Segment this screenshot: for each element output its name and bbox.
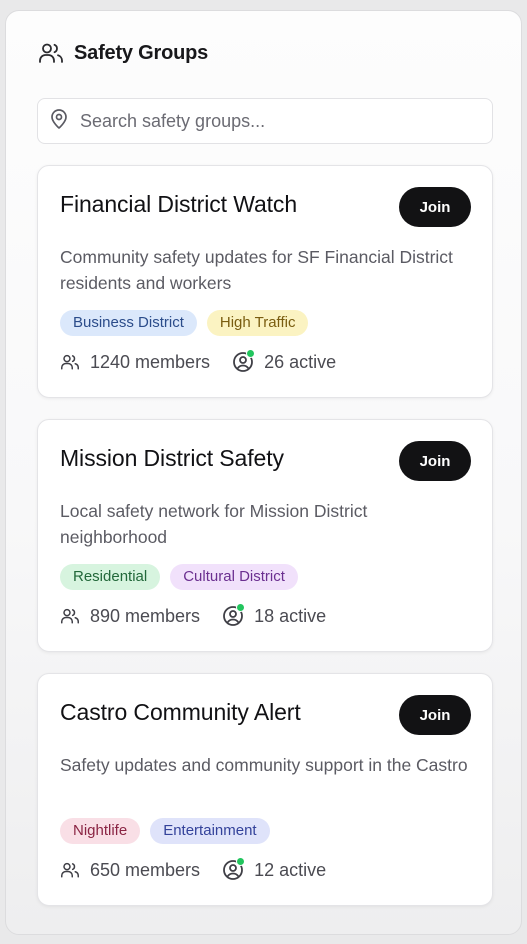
group-name: Castro Community Alert bbox=[60, 699, 301, 725]
active-user-icon bbox=[222, 857, 246, 881]
tag-high-traffic: High Traffic bbox=[206, 310, 309, 336]
group-description: Safety updates and community support in … bbox=[60, 755, 468, 775]
active-count: 26 active bbox=[232, 349, 337, 373]
tag-business-district: Business District bbox=[60, 310, 197, 336]
active-count: 18 active bbox=[222, 603, 327, 627]
group-name: Financial District Watch bbox=[60, 191, 298, 217]
live-status-dot bbox=[236, 603, 246, 612]
member-count: 1240 members bbox=[60, 352, 210, 373]
active-count: 12 active bbox=[222, 857, 327, 881]
panel-header: Safety Groups bbox=[38, 41, 208, 65]
tag-nightlife: Nightlife bbox=[60, 818, 141, 844]
member-count: 650 members bbox=[60, 860, 200, 881]
search-box[interactable] bbox=[37, 98, 493, 144]
member-count-label: 650 members bbox=[90, 859, 201, 880]
active-user-icon bbox=[222, 603, 246, 627]
group-stats: 1240 members 26 active bbox=[60, 349, 337, 373]
group-description: Community safety updates for SF Financia… bbox=[60, 247, 453, 293]
group-stats: 650 members 12 active bbox=[60, 857, 327, 881]
live-status-dot bbox=[236, 857, 246, 866]
group-name: Mission District Safety bbox=[60, 445, 284, 471]
group-card-mission-district: Mission District Safety Join Local safet… bbox=[37, 419, 493, 652]
safety-groups-panel: Safety Groups Financial District Watch J… bbox=[5, 10, 522, 935]
group-stats: 890 members 18 active bbox=[60, 603, 327, 627]
member-count-label: 1240 members bbox=[90, 351, 211, 372]
live-status-dot bbox=[246, 349, 256, 358]
active-count-label: 12 active bbox=[254, 859, 327, 880]
join-button[interactable]: Join bbox=[399, 441, 471, 481]
search-input[interactable] bbox=[80, 110, 460, 132]
users-icon bbox=[60, 353, 80, 371]
users-icon bbox=[60, 861, 80, 879]
member-count-label: 890 members bbox=[90, 605, 201, 626]
map-pin-icon bbox=[50, 108, 68, 134]
group-card-financial-district: Financial District Watch Join Community … bbox=[37, 165, 493, 398]
page-title: Safety Groups bbox=[74, 41, 209, 64]
active-count-label: 26 active bbox=[264, 351, 337, 372]
join-button[interactable]: Join bbox=[399, 187, 471, 227]
tag-cultural-district: Cultural District bbox=[170, 564, 298, 590]
tag-list: Business District High Traffic bbox=[60, 310, 309, 336]
join-button[interactable]: Join bbox=[399, 695, 471, 735]
group-card-castro: Castro Community Alert Join Safety updat… bbox=[37, 673, 493, 906]
tag-list: Residential Cultural District bbox=[60, 564, 298, 590]
group-description: Local safety network for Mission Distric… bbox=[60, 501, 368, 547]
tag-residential: Residential bbox=[60, 564, 161, 590]
tag-list: Nightlife Entertainment bbox=[60, 818, 270, 844]
tag-entertainment: Entertainment bbox=[150, 818, 270, 844]
users-icon bbox=[60, 607, 80, 625]
member-count: 890 members bbox=[60, 606, 200, 627]
users-icon bbox=[38, 41, 64, 65]
active-count-label: 18 active bbox=[254, 605, 327, 626]
active-user-icon bbox=[232, 349, 256, 373]
